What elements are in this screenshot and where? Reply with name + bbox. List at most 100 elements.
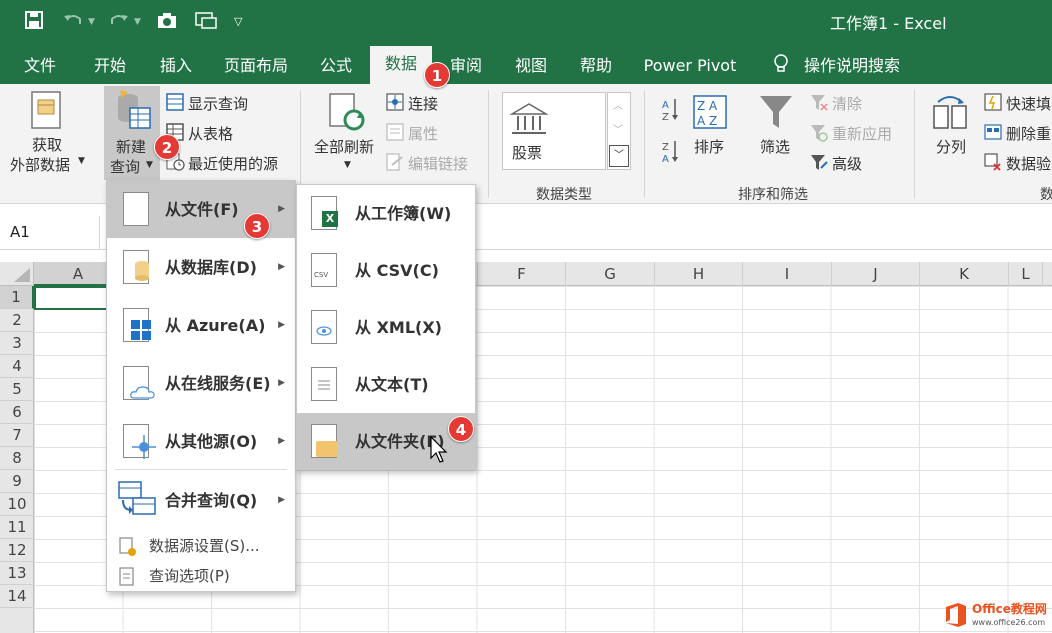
tab-5[interactable]: 数据 — [370, 46, 432, 84]
column-header-G[interactable]: G — [566, 262, 655, 286]
filter-button[interactable]: 筛选 — [760, 136, 790, 157]
submenu-from-text[interactable]: 从文本(T) — [297, 356, 475, 413]
row-header-10[interactable]: 10 — [0, 493, 34, 516]
form-icon[interactable] — [194, 10, 218, 37]
tab-7[interactable]: 视图 — [513, 51, 549, 84]
refresh-all-button[interactable]: 全部刷新 — [314, 136, 374, 157]
undo-icon[interactable] — [62, 10, 84, 37]
column-header-K[interactable]: K — [920, 262, 1009, 286]
step-badge-2: 2 — [154, 134, 180, 160]
flash-fill-button[interactable]: 快速填 — [1006, 93, 1051, 114]
stocks-type[interactable]: 股票 — [512, 142, 542, 163]
undo-dropdown-icon[interactable]: ▼ — [88, 10, 95, 34]
row-header-13[interactable]: 13 — [0, 562, 34, 585]
column-header-L[interactable]: L — [1009, 262, 1043, 286]
camera-icon[interactable] — [156, 10, 178, 37]
text-to-columns-icon — [932, 94, 970, 136]
column-header-I[interactable]: I — [743, 262, 832, 286]
properties-icon — [386, 123, 404, 145]
menu-query-options[interactable]: 查询选项(P) — [107, 561, 295, 591]
row-header-9[interactable]: 9 — [0, 470, 34, 493]
row-header-2[interactable]: 2 — [0, 309, 34, 332]
tab-8[interactable]: 帮助 — [578, 51, 614, 84]
step-badge-1: 1 — [424, 62, 450, 88]
refresh-dropdown-icon[interactable]: ▼ — [344, 160, 351, 170]
name-box[interactable]: A1 — [0, 216, 100, 250]
tab-2[interactable]: 插入 — [158, 51, 194, 84]
row-header-8[interactable]: 8 — [0, 447, 34, 470]
connections-button[interactable]: 连接 — [408, 93, 438, 114]
submenu-arrow-icon: ▶ — [278, 436, 285, 446]
sort-za-icon[interactable]: ZA — [660, 138, 680, 168]
refresh-all-icon[interactable] — [326, 92, 368, 138]
submenu-arrow-icon: ▶ — [278, 378, 285, 388]
cloud-icon — [123, 366, 155, 400]
get-data-label-1[interactable]: 获取 — [32, 134, 62, 155]
gallery-up-icon[interactable]: ︿ — [613, 97, 623, 112]
edit-links-button[interactable]: 编辑链接 — [408, 153, 468, 174]
row-header-5[interactable]: 5 — [0, 378, 34, 401]
gallery-down-icon[interactable]: ﹀ — [613, 121, 623, 136]
from-table-button[interactable]: 从表格 — [188, 123, 233, 144]
svg-text:Z A: Z A — [697, 99, 718, 113]
ribbon-separator — [300, 90, 301, 198]
menu-from-other-sources[interactable]: 从其他源(O) ▶ — [107, 413, 295, 470]
row-header-1[interactable]: 1 — [0, 286, 34, 309]
sort-button[interactable]: 排序 — [694, 136, 724, 157]
tab-4[interactable]: 公式 — [318, 51, 354, 84]
remove-duplicates-button[interactable]: 删除重 — [1006, 123, 1051, 144]
clear-button[interactable]: 清除 — [832, 93, 862, 114]
reapply-button[interactable]: 重新应用 — [832, 123, 892, 144]
xml-file-icon — [311, 310, 337, 344]
row-header-11[interactable]: 11 — [0, 516, 34, 539]
menu-from-online-service[interactable]: 从在线服务(E) ▶ — [107, 355, 295, 412]
advanced-filter-icon — [810, 154, 828, 176]
row-header-6[interactable]: 6 — [0, 401, 34, 424]
row-header-14[interactable]: 14 — [0, 585, 34, 608]
excel-workbook-icon: X — [311, 196, 338, 230]
column-header-F[interactable]: F — [478, 262, 566, 286]
row-header-4[interactable]: 4 — [0, 355, 34, 378]
menu-from-azure[interactable]: 从 Azure(A) ▶ — [107, 297, 295, 354]
advanced-button[interactable]: 高级 — [832, 153, 862, 174]
column-header-J[interactable]: J — [832, 262, 920, 286]
remove-duplicates-icon — [984, 123, 1002, 145]
row-header-12[interactable]: 12 — [0, 539, 34, 562]
redo-icon[interactable] — [108, 10, 130, 37]
sort-az-icon[interactable]: AZ — [660, 96, 680, 126]
sort-filter-group-label: 排序和筛选 — [738, 187, 808, 203]
submenu-from-csv[interactable]: CSV 从 CSV(C) — [297, 242, 475, 299]
new-query-label-2: 查询 — [110, 158, 141, 176]
get-data-dropdown-icon[interactable]: ▼ — [78, 156, 85, 166]
row-header-3[interactable]: 3 — [0, 332, 34, 355]
azure-icon — [123, 308, 151, 342]
ribbon-separator — [644, 90, 645, 198]
recent-sources-button[interactable]: 最近使用的源 — [188, 153, 278, 174]
properties-button[interactable]: 属性 — [408, 123, 438, 144]
tab-9[interactable]: Power Pivot — [642, 51, 738, 84]
column-header-H[interactable]: H — [655, 262, 743, 286]
submenu-arrow-icon: ▶ — [278, 320, 285, 330]
tab-1[interactable]: 开始 — [92, 51, 128, 84]
redo-dropdown-icon[interactable]: ▼ — [134, 10, 141, 34]
menu-data-source-settings[interactable]: 数据源设置(S)... — [107, 531, 295, 561]
tell-me-search[interactable]: 操作说明搜索 — [804, 51, 904, 84]
get-data-label-2[interactable]: 外部数据 — [10, 154, 70, 175]
data-validation-button[interactable]: 数据验 — [1006, 153, 1051, 174]
tab-3[interactable]: 页面布局 — [222, 51, 290, 84]
submenu-from-workbook[interactable]: X 从工作簿(W) — [297, 185, 475, 242]
customize-qat-icon[interactable]: ▽ — [234, 10, 242, 34]
gallery-more-icon[interactable]: ﹀ — [609, 145, 629, 167]
menu-combine-queries[interactable]: 合并查询(Q) ▶ — [107, 472, 295, 529]
get-external-data-icon[interactable] — [26, 90, 66, 136]
row-header-7[interactable]: 7 — [0, 424, 34, 447]
tab-6[interactable]: 审阅 — [448, 51, 484, 84]
text-to-columns-button[interactable]: 分列 — [936, 136, 966, 157]
submenu-from-xml[interactable]: 从 XML(X) — [297, 299, 475, 356]
tab-0[interactable]: 文件 — [22, 51, 58, 84]
folder-icon — [311, 424, 338, 458]
menu-from-database[interactable]: 从数据库(D) ▶ — [107, 239, 295, 296]
save-icon[interactable] — [24, 10, 44, 37]
select-all-corner[interactable] — [0, 262, 34, 286]
show-query-button[interactable]: 显示查询 — [188, 93, 248, 114]
